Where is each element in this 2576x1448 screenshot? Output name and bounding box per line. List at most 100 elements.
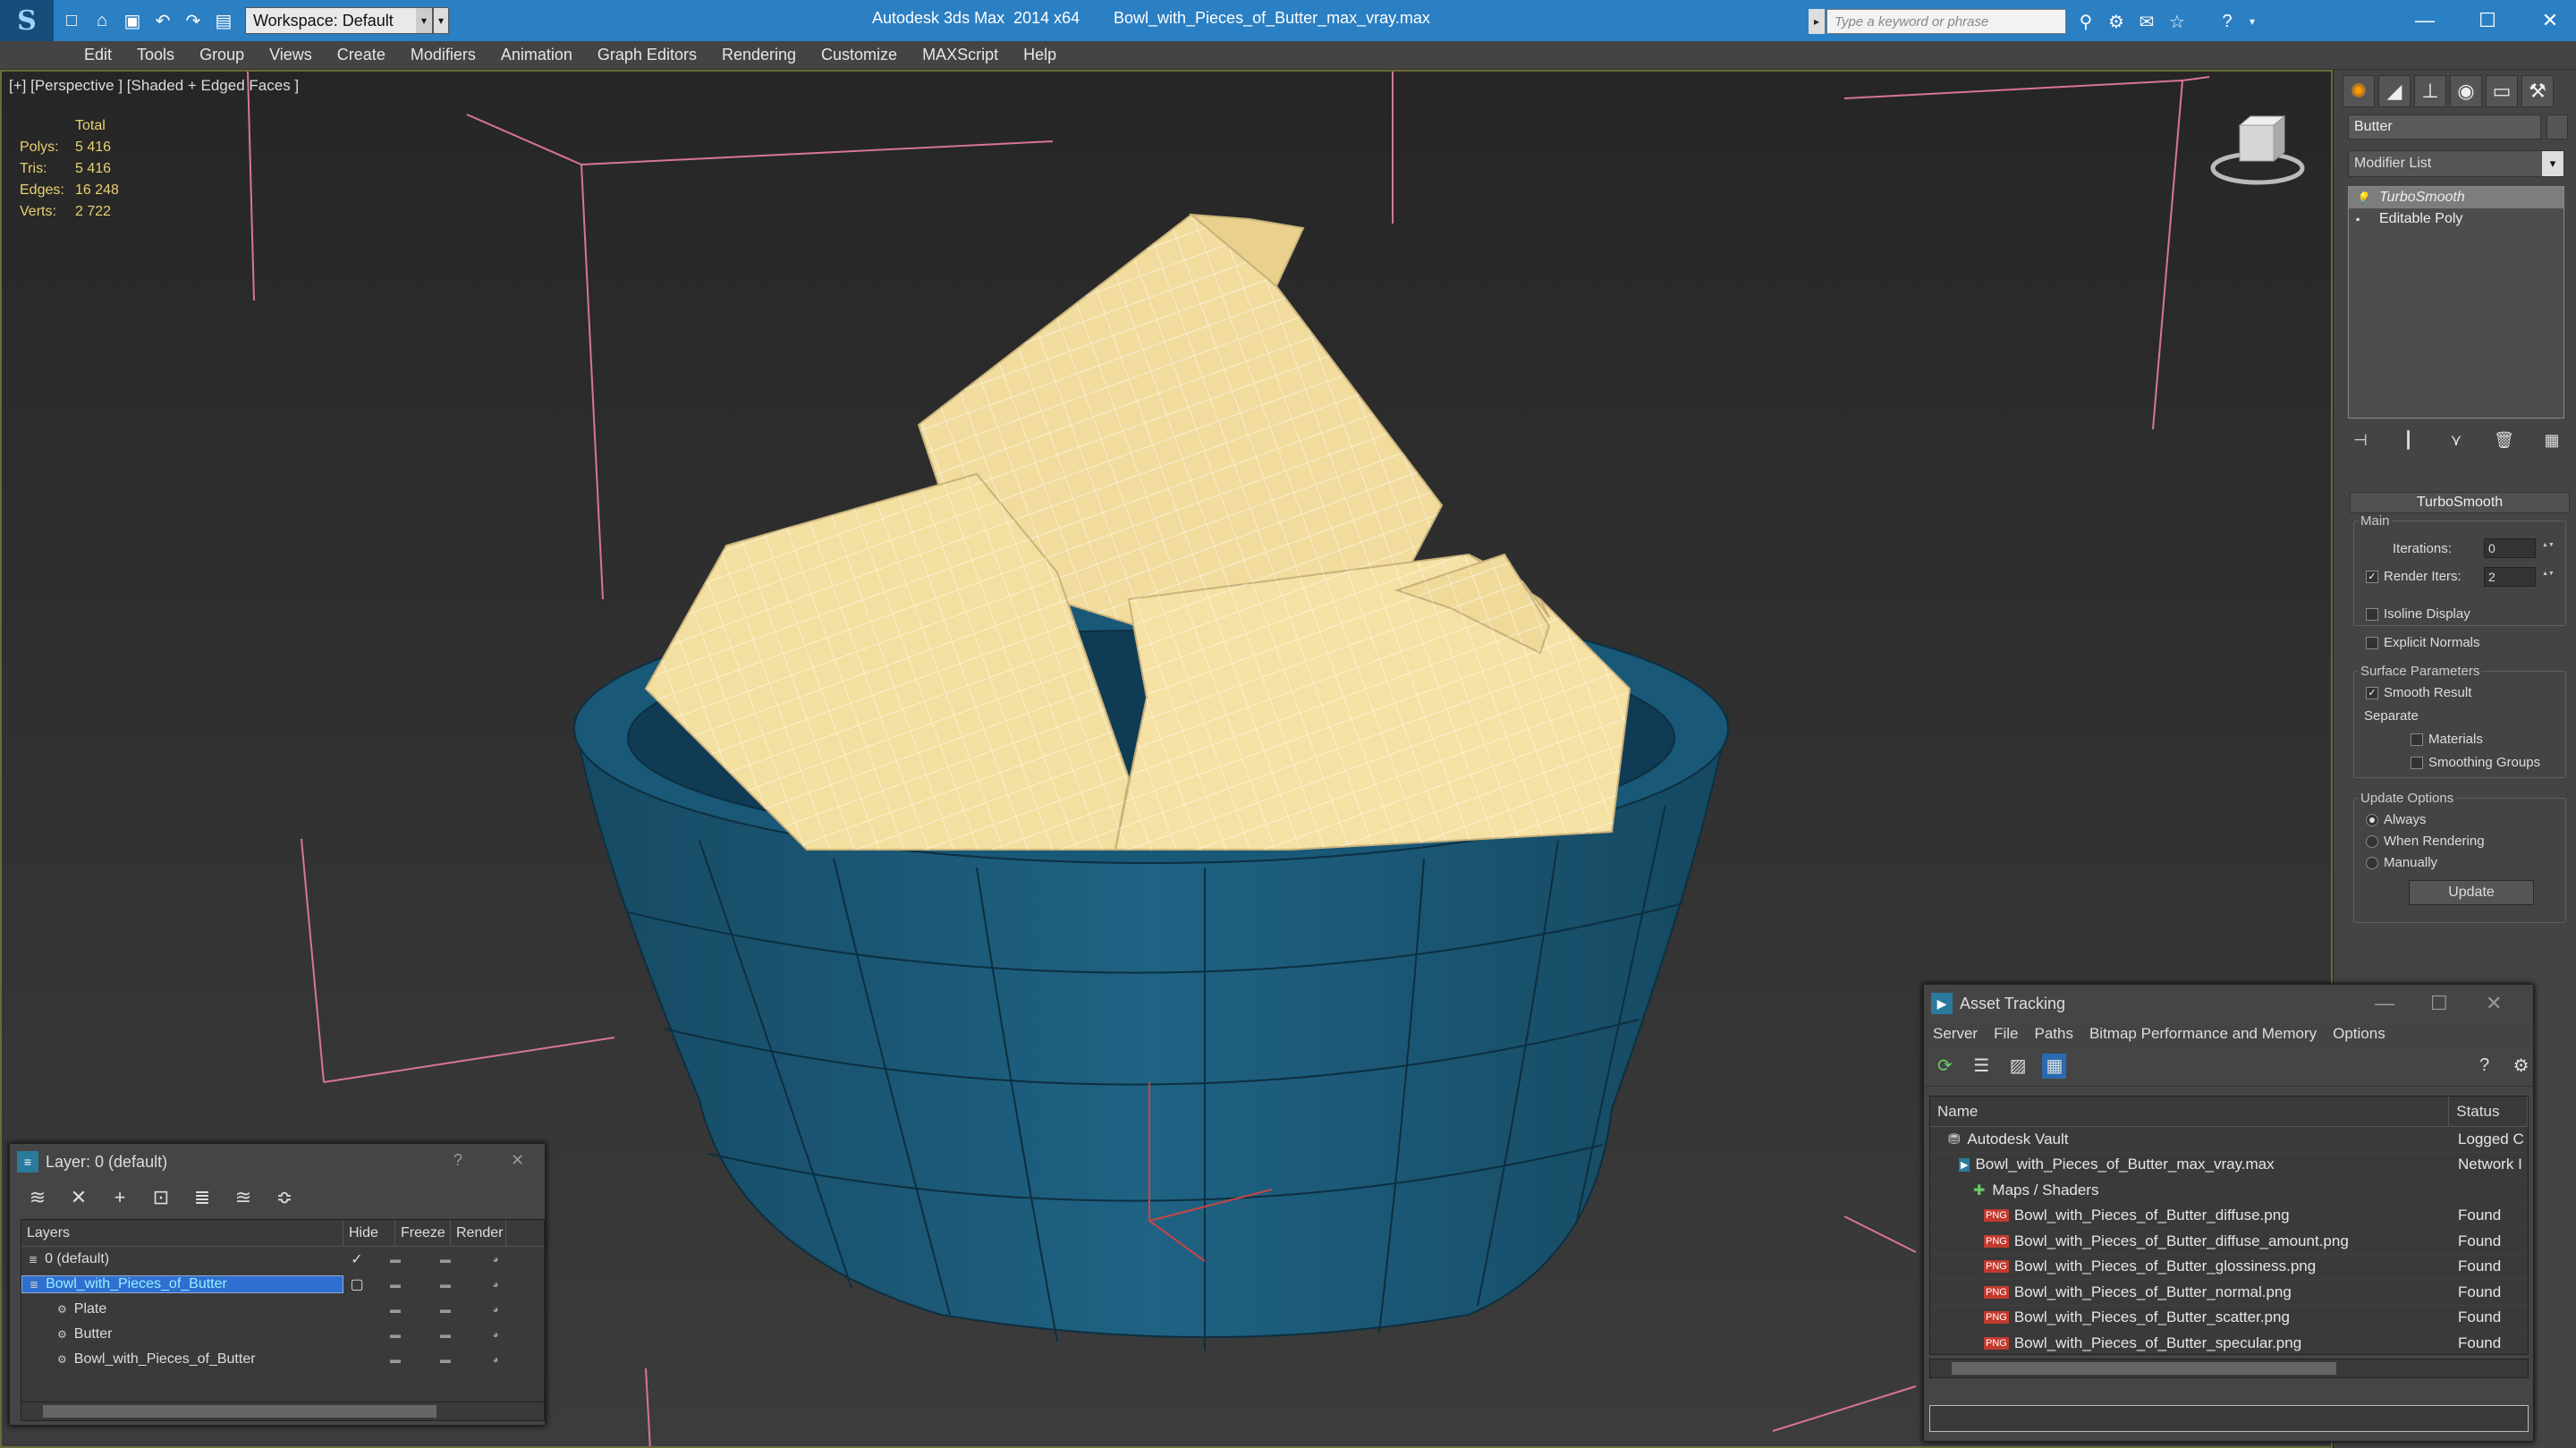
add-to-layer-icon[interactable]: + xyxy=(108,1186,131,1209)
freeze-toggle[interactable]: ▬ xyxy=(420,1278,470,1291)
asset-menu-server[interactable]: Server xyxy=(1933,1025,1978,1043)
motion-tab-icon[interactable]: ◉ xyxy=(2450,75,2482,107)
delete-layer-icon[interactable]: ✕ xyxy=(67,1186,90,1209)
favorites-star-icon[interactable]: ☆ xyxy=(2165,9,2190,34)
menu-views[interactable]: Views xyxy=(257,46,325,64)
update-button[interactable]: Update xyxy=(2409,880,2534,905)
hide-toggle[interactable]: ▬ xyxy=(370,1303,420,1316)
hide-toggle[interactable]: ▬ xyxy=(370,1278,420,1291)
freeze-toggle[interactable]: ▬ xyxy=(420,1328,470,1341)
asset-row[interactable]: PNG Bowl_with_Pieces_of_Butter_glossiness… xyxy=(1930,1255,2528,1280)
close-icon[interactable]: ✕ xyxy=(2486,992,2502,1015)
scroll-thumb[interactable] xyxy=(43,1405,436,1418)
render-toggle-icon[interactable]: ◕ xyxy=(470,1278,521,1291)
always-radio[interactable] xyxy=(2366,814,2378,826)
asset-menu-file[interactable]: File xyxy=(1994,1025,2018,1043)
close-icon[interactable]: ✕ xyxy=(511,1151,524,1170)
explicit-normals-checkbox[interactable] xyxy=(2366,637,2378,649)
table-view-icon[interactable]: ▦ xyxy=(2042,1053,2067,1079)
expand-icon[interactable]: ▪ xyxy=(2356,213,2370,225)
menu-maxscript[interactable]: MAXScript xyxy=(910,46,1011,64)
layer-row[interactable]: ⚙ Plate ▬ ▬ ◕ xyxy=(21,1297,544,1322)
render-toggle-icon[interactable]: ◕ xyxy=(470,1253,521,1266)
help-icon[interactable]: ? xyxy=(2215,9,2240,34)
freeze-all-icon[interactable]: ≎ xyxy=(273,1186,296,1209)
new-file-icon[interactable]: □ xyxy=(59,8,84,33)
menu-create[interactable]: Create xyxy=(325,46,398,64)
asset-horizontal-scrollbar[interactable] xyxy=(1929,1359,2529,1378)
layer-row[interactable]: ≣ Bowl_with_Pieces_of_Butter ▢ ▬ ▬ ◕ xyxy=(21,1272,544,1297)
render-toggle-icon[interactable]: ◕ xyxy=(470,1353,521,1366)
hide-toggle[interactable]: ▬ xyxy=(370,1253,420,1266)
asset-row[interactable]: PNG Bowl_with_Pieces_of_Butter_diffuse_am… xyxy=(1930,1229,2528,1255)
list-view-icon[interactable]: ☰ xyxy=(1970,1054,1994,1079)
select-objects-icon[interactable]: ⊡ xyxy=(149,1186,173,1209)
current-layer-box-icon[interactable]: ▢ xyxy=(343,1275,370,1293)
smoothing-groups-checkbox[interactable] xyxy=(2411,757,2423,769)
layer-row[interactable]: ⚙ Bowl_with_Pieces_of_Butter ▬ ▬ ◕ xyxy=(21,1347,544,1372)
create-tab-icon[interactable]: ✺ xyxy=(2343,75,2375,107)
menu-customize[interactable]: Customize xyxy=(809,46,910,64)
current-layer-check-icon[interactable]: ✓ xyxy=(343,1250,370,1268)
asset-menu-options[interactable]: Options xyxy=(2333,1025,2385,1043)
render-toggle-icon[interactable]: ◕ xyxy=(470,1328,521,1341)
menu-tools[interactable]: Tools xyxy=(124,46,187,64)
minimize-icon[interactable]: — xyxy=(2394,0,2456,41)
asset-row[interactable]: PNG Bowl_with_Pieces_of_Butter_normal.png… xyxy=(1930,1280,2528,1306)
layers-icon[interactable]: ≋ xyxy=(26,1186,49,1209)
layer-window-titlebar[interactable]: ≡ Layer: 0 (default) ? ✕ xyxy=(10,1144,545,1180)
stack-item-turbosmooth[interactable]: 💡 TurboSmooth xyxy=(2349,187,2563,208)
save-icon[interactable]: ▣ xyxy=(120,8,145,33)
viewport-label[interactable]: [+] [Perspective ] [Shaded + Edged Faces… xyxy=(9,77,299,95)
turbosmooth-rollout-header[interactable]: TurboSmooth xyxy=(2350,492,2570,513)
col-layers[interactable]: Layers xyxy=(21,1220,343,1246)
search-input[interactable]: Type a keyword or phrase xyxy=(1826,9,2066,34)
render-iters-spinner[interactable]: 2 xyxy=(2484,567,2549,587)
freeze-toggle[interactable]: ▬ xyxy=(420,1253,470,1266)
subscription-icon[interactable]: ⚙ xyxy=(2104,9,2129,34)
thumbnail-view-icon[interactable]: ▨ xyxy=(2006,1054,2030,1079)
asset-menu-paths[interactable]: Paths xyxy=(2034,1025,2072,1043)
undo-icon[interactable]: ↶ xyxy=(150,8,175,33)
layer-horizontal-scrollbar[interactable] xyxy=(21,1401,545,1421)
freeze-toggle[interactable]: ▬ xyxy=(420,1303,470,1316)
asset-row[interactable]: ▶ Bowl_with_Pieces_of_Butter_max_vray.max… xyxy=(1930,1153,2528,1178)
maximize-icon[interactable]: ☐ xyxy=(2430,992,2448,1015)
render-toggle-icon[interactable]: ◕ xyxy=(470,1303,521,1316)
hide-all-icon[interactable]: ≊ xyxy=(232,1186,255,1209)
manually-radio[interactable] xyxy=(2366,857,2378,869)
menu-edit[interactable]: Edit xyxy=(72,46,124,64)
communication-icon[interactable]: ✉ xyxy=(2134,9,2159,34)
modify-tab-icon[interactable]: ◢ xyxy=(2378,75,2411,107)
asset-row[interactable]: ✚ Maps / Shaders xyxy=(1930,1178,2528,1204)
utilities-tab-icon[interactable]: ⚒ xyxy=(2521,75,2554,107)
hierarchy-tab-icon[interactable]: ⊥ xyxy=(2414,75,2446,107)
asset-path-field[interactable] xyxy=(1929,1405,2529,1432)
isoline-display-checkbox[interactable] xyxy=(2366,608,2378,621)
workspace-menu-chevron-icon[interactable]: ▾ xyxy=(433,7,449,34)
col-hide[interactable]: Hide xyxy=(343,1220,395,1246)
modifier-list-dropdown[interactable]: Modifier List ▾ xyxy=(2348,150,2564,177)
help-chevron-icon[interactable]: ▾ xyxy=(2240,9,2265,34)
menu-group[interactable]: Group xyxy=(187,46,257,64)
layer-row[interactable]: ≣ 0 (default) ✓ ▬ ▬ ◕ xyxy=(21,1247,544,1272)
refresh-icon[interactable]: ⟳ xyxy=(1933,1054,1957,1079)
when-rendering-radio[interactable] xyxy=(2366,835,2378,848)
search-expand-icon[interactable]: ▸ xyxy=(1809,9,1825,34)
asset-row[interactable]: PNG Bowl_with_Pieces_of_Butter_specular.p… xyxy=(1930,1331,2528,1354)
settings-icon[interactable]: ⚙ xyxy=(2509,1054,2533,1079)
asset-row[interactable]: PNG Bowl_with_Pieces_of_Butter_scatter.pn… xyxy=(1930,1306,2528,1331)
app-logo-icon[interactable]: S xyxy=(0,0,54,41)
minimize-icon[interactable]: — xyxy=(2375,992,2394,1015)
render-iters-checkbox[interactable]: ✓ xyxy=(2366,571,2378,583)
workspace-dropdown[interactable]: Workspace: Default ▾ xyxy=(245,7,433,34)
help-icon[interactable]: ? xyxy=(453,1151,462,1170)
iterations-spinner[interactable]: 0 xyxy=(2484,538,2549,558)
menu-rendering[interactable]: Rendering xyxy=(709,46,809,64)
asset-window-titlebar[interactable]: ▶ Asset Tracking — ☐ ✕ xyxy=(1924,985,2533,1022)
open-file-icon[interactable]: ⌂ xyxy=(89,8,114,33)
menu-modifiers[interactable]: Modifiers xyxy=(398,46,488,64)
stack-item-editable-poly[interactable]: ▪ Editable Poly xyxy=(2349,208,2563,230)
hide-toggle[interactable]: ▬ xyxy=(370,1353,420,1366)
asset-row[interactable]: PNG Bowl_with_Pieces_of_Butter_diffuse.pn… xyxy=(1930,1204,2528,1229)
